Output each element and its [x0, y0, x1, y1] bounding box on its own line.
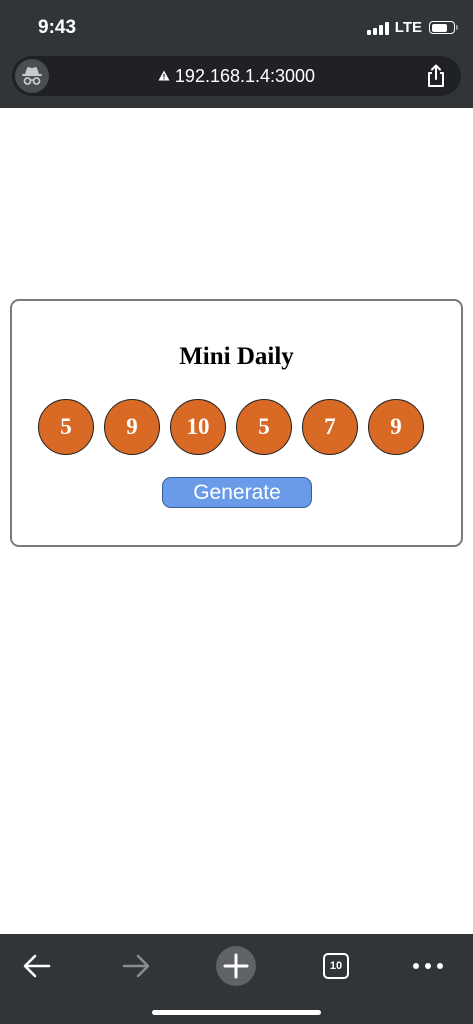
network-label: LTE — [394, 19, 422, 36]
mini-daily-card: Mini Daily 5 9 10 5 7 9 Generate — [10, 299, 463, 547]
status-bar: 9:43 LTE — [0, 0, 473, 56]
tab-count: 10 — [323, 953, 349, 979]
number-ball: 7 — [302, 399, 358, 455]
generate-button[interactable]: Generate — [162, 477, 312, 508]
address-bar[interactable]: 192.168.1.4:3000 — [12, 56, 461, 96]
bottom-toolbar: 10 — [0, 934, 473, 1024]
forward-icon[interactable] — [112, 942, 160, 990]
tabs-icon[interactable]: 10 — [312, 942, 360, 990]
number-balls: 5 9 10 5 7 9 — [38, 399, 424, 455]
warning-icon — [158, 70, 170, 83]
number-ball: 5 — [236, 399, 292, 455]
number-ball: 10 — [170, 399, 226, 455]
status-time: 9:43 — [38, 17, 77, 38]
home-indicator[interactable] — [152, 1010, 321, 1015]
battery-icon — [429, 21, 458, 34]
new-tab-icon[interactable] — [212, 942, 260, 990]
status-indicators: LTE — [366, 19, 458, 36]
number-ball: 9 — [368, 399, 424, 455]
battery-fill — [431, 23, 447, 32]
url-text: 192.168.1.4:3000 — [174, 65, 316, 86]
signal-icon — [366, 21, 389, 35]
number-ball: 9 — [104, 399, 160, 455]
url-display[interactable]: 192.168.1.4:3000 — [12, 56, 461, 96]
back-icon[interactable] — [13, 942, 61, 990]
share-icon[interactable] — [425, 64, 447, 88]
more-icon[interactable] — [404, 942, 452, 990]
card-title: Mini Daily — [179, 343, 294, 370]
browser-toolbar: 192.168.1.4:3000 — [0, 56, 473, 108]
number-ball: 5 — [38, 399, 94, 455]
web-page: Mini Daily 5 9 10 5 7 9 Generate — [0, 108, 473, 934]
